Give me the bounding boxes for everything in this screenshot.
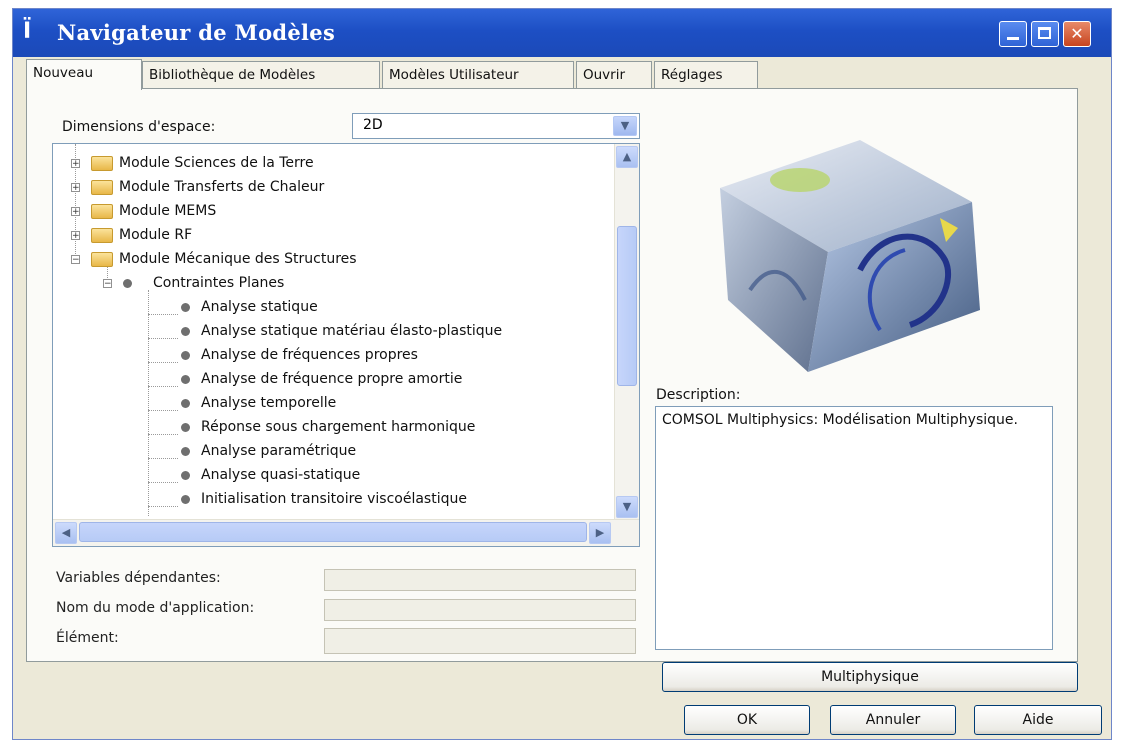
folder-icon — [91, 180, 113, 195]
tab-reglages[interactable]: Réglages — [654, 61, 758, 89]
element-select[interactable] — [324, 628, 636, 654]
expand-plus-icon[interactable]: + — [71, 207, 80, 217]
tree-item-label: Module RF — [119, 227, 193, 243]
tree-item-label: Module Mécanique des Structures — [119, 251, 357, 267]
tree-horizontal-scrollbar[interactable]: ◀ ▶ — [53, 519, 639, 546]
tree-item-analysis[interactable]: Analyse temporelle — [53, 392, 613, 416]
tree-vertical-scrollbar[interactable]: ▲ ▼ — [614, 144, 639, 520]
description-box: COMSOL Multiphysics: Modélisation Multip… — [655, 406, 1053, 650]
dependent-vars-field[interactable] — [324, 569, 636, 591]
bullet-icon — [181, 375, 190, 384]
app-icon: Ϊ — [23, 19, 32, 44]
expand-plus-icon[interactable]: + — [71, 231, 80, 241]
tree-item-analysis[interactable]: Réponse sous chargement harmonique — [53, 416, 613, 440]
ok-button[interactable]: OK — [684, 705, 810, 735]
bullet-icon — [181, 303, 190, 312]
tree-item-label: Module Sciences de la Terre — [119, 155, 314, 171]
tree-item-analysis[interactable]: Analyse quasi-statique — [53, 464, 613, 488]
scroll-left-icon[interactable]: ◀ — [55, 522, 77, 544]
tree-item-label: Analyse statique matériau élasto-plastiq… — [201, 323, 503, 339]
bullet-icon — [181, 399, 190, 408]
expand-plus-icon[interactable]: + — [71, 159, 80, 169]
tree-item-module[interactable]: + Module RF — [53, 224, 613, 248]
tree-item-label: Analyse temporelle — [201, 395, 337, 411]
tree-item-label: Analyse paramétrique — [201, 443, 357, 459]
bullet-icon — [181, 423, 190, 432]
close-button[interactable]: ✕ — [1063, 21, 1091, 47]
scroll-down-icon[interactable]: ▼ — [616, 496, 638, 518]
help-button[interactable]: Aide — [974, 705, 1102, 735]
tree-item-module[interactable]: + Module Transferts de Chaleur — [53, 176, 613, 200]
tree-item-analysis[interactable]: Analyse statique — [53, 296, 613, 320]
minimize-button[interactable] — [999, 21, 1027, 47]
model-tree[interactable]: + Module Sciences de la Terre + Module T… — [52, 143, 640, 547]
app-mode-name-field[interactable] — [324, 599, 636, 621]
tree-item-label: Réponse sous chargement harmonique — [201, 419, 476, 435]
folder-icon — [91, 204, 113, 219]
bullet-icon — [181, 351, 190, 360]
tree-item-label: Module MEMS — [119, 203, 217, 219]
expand-plus-icon[interactable]: + — [71, 183, 80, 193]
chevron-down-icon[interactable]: ▼ — [613, 116, 637, 136]
folder-open-icon — [91, 252, 113, 267]
tab-modeles-utilisateur[interactable]: Modèles Utilisateur — [382, 61, 574, 89]
dependent-vars-label: Variables dépendantes: — [56, 570, 221, 586]
tree-item-group[interactable]: − Contraintes Planes — [53, 272, 613, 296]
tree-item-label: Analyse de fréquences propres — [201, 347, 418, 363]
maximize-button[interactable] — [1031, 21, 1059, 47]
tree-item-analysis[interactable]: Analyse de fréquence propre amortie — [53, 368, 613, 392]
tree-item-label: Initialisation transitoire viscoélastiqu… — [201, 491, 467, 507]
tab-nouveau[interactable]: Nouveau — [26, 59, 142, 90]
tree-item-label: Module Transferts de Chaleur — [119, 179, 325, 195]
vertical-scroll-thumb[interactable] — [617, 226, 637, 386]
tree-item-module[interactable]: − Module Mécanique des Structures — [53, 248, 613, 272]
cancel-button[interactable]: Annuler — [830, 705, 956, 735]
tree-item-label: Analyse statique — [201, 299, 318, 315]
bullet-icon — [181, 327, 190, 336]
space-dimension-select[interactable]: 2D ▼ — [352, 113, 640, 139]
multiphysics-button[interactable]: Multiphysique — [662, 662, 1078, 692]
tree-item-label: Contraintes Planes — [153, 275, 285, 291]
bullet-icon — [181, 447, 190, 456]
space-dimension-value: 2D — [363, 117, 383, 133]
tree-item-label: Analyse de fréquence propre amortie — [201, 371, 463, 387]
element-label: Élément: — [56, 630, 119, 646]
tree-item-analysis[interactable]: Analyse paramétrique — [53, 440, 613, 464]
app-mode-name-label: Nom du mode d'application: — [56, 600, 255, 616]
tab-bibliotheque[interactable]: Bibliothèque de Modèles — [142, 61, 380, 89]
tab-ouvrir[interactable]: Ouvrir — [576, 61, 652, 89]
window-title: Navigateur de Modèles — [57, 20, 336, 45]
folder-icon — [91, 156, 113, 171]
horizontal-scroll-thumb[interactable] — [79, 522, 587, 542]
scroll-up-icon[interactable]: ▲ — [616, 146, 638, 168]
tree-item-analysis[interactable]: Analyse de fréquences propres — [53, 344, 613, 368]
tree-item-analysis[interactable]: Initialisation transitoire viscoélastiqu… — [53, 488, 613, 512]
bullet-icon — [181, 471, 190, 480]
collapse-minus-icon[interactable]: − — [103, 279, 112, 289]
description-label: Description: — [656, 387, 741, 403]
title-bar[interactable]: Ϊ Navigateur de Modèles ✕ — [13, 9, 1111, 57]
space-dimension-label: Dimensions d'espace: — [62, 119, 216, 135]
collapse-minus-icon[interactable]: − — [71, 255, 80, 265]
tree-item-module[interactable]: + Module Sciences de la Terre — [53, 152, 613, 176]
tree-item-label: Analyse quasi-statique — [201, 467, 361, 483]
scroll-right-icon[interactable]: ▶ — [589, 522, 611, 544]
tree-item-analysis[interactable]: Analyse statique matériau élasto-plastiq… — [53, 320, 613, 344]
bullet-icon — [181, 495, 190, 504]
folder-icon — [91, 228, 113, 243]
comsol-logo-image — [720, 140, 980, 372]
close-icon: ✕ — [1070, 24, 1084, 43]
tree-item-module[interactable]: + Module MEMS — [53, 200, 613, 224]
bullet-icon — [123, 279, 132, 288]
